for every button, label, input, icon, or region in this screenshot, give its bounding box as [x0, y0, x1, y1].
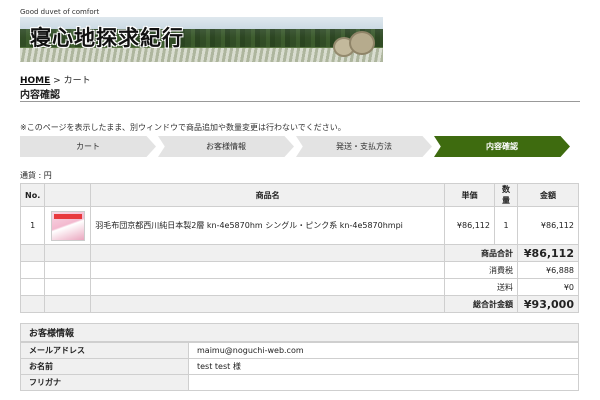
currency-note: 通貨 : 円 — [20, 171, 52, 180]
item-no: 1 — [19, 206, 46, 245]
site-logo-banner[interactable]: 寝心地探求紀行 — [20, 17, 383, 62]
breadcrumb-home-link[interactable]: HOME — [20, 76, 50, 86]
tax-value: ¥6,888 — [517, 261, 579, 279]
col-quantity: 数量 — [494, 183, 518, 207]
furigana-value — [188, 374, 579, 391]
grand-total-row: 総合計金額 ¥93,000 — [19, 295, 579, 313]
step-confirm: 内容確認 — [434, 136, 570, 157]
product-image[interactable] — [50, 210, 85, 241]
breadcrumb-current: カート — [63, 76, 91, 86]
shipping-value: ¥0 — [517, 278, 579, 296]
customer-info-section: お客様情報 メールアドレス maimu@noguchi-web.com お名前 … — [20, 323, 579, 391]
tax-label: 消費税 — [444, 261, 518, 279]
col-no: No. — [19, 183, 46, 207]
item-amount: ¥86,112 — [517, 206, 579, 245]
item-unit-price: ¥86,112 — [444, 206, 495, 245]
col-image — [44, 183, 92, 207]
breadcrumb: HOME > カート — [20, 73, 91, 86]
customer-info-table: メールアドレス maimu@noguchi-web.com お名前 test t… — [20, 342, 579, 391]
tagline: Good duvet of comfort — [20, 8, 100, 16]
product-thumbnail[interactable] — [44, 206, 92, 245]
name-value: test test 様 — [188, 358, 579, 375]
tax-row: 消費税 ¥6,888 — [19, 261, 579, 279]
step-customer-info: お客様情報 — [158, 136, 294, 157]
item-name: 羽毛布団京都西川純日本製2層 kn-4e5870hm シングル・ピンク系 kn-… — [90, 206, 445, 245]
table-header-row: No. 商品名 単価 数量 金額 — [19, 183, 579, 207]
title-divider — [20, 101, 580, 102]
email-value: maimu@noguchi-web.com — [188, 342, 579, 359]
checkout-steps: カート お客様情報 発送・支払方法 内容確認 — [20, 136, 572, 157]
customer-info-heading: お客様情報 — [20, 323, 579, 342]
col-unit-price: 単価 — [444, 183, 495, 207]
shipping-label: 送料 — [444, 278, 518, 296]
table-row: メールアドレス maimu@noguchi-web.com — [20, 342, 579, 359]
step-shipping-payment: 発送・支払方法 — [296, 136, 432, 157]
name-label: お名前 — [20, 358, 189, 375]
table-row: フリガナ — [20, 374, 579, 391]
table-row: お名前 test test 様 — [20, 358, 579, 375]
shipping-row: 送料 ¥0 — [19, 278, 579, 296]
breadcrumb-separator: > — [50, 76, 64, 86]
subtotal-label: 商品合計 — [444, 244, 518, 262]
logo-text: 寝心地探求紀行 — [30, 25, 184, 50]
thumbnail-banner — [53, 213, 82, 219]
item-quantity: 1 — [494, 206, 518, 245]
subtotal-value: ¥86,112 — [517, 244, 579, 262]
step-cart: カート — [20, 136, 156, 157]
page-title: 内容確認 — [20, 90, 60, 101]
col-product-name: 商品名 — [90, 183, 445, 207]
table-row: 1 羽毛布団京都西川純日本製2層 kn-4e5870hm シングル・ピンク系 k… — [19, 206, 579, 245]
grand-total-label: 総合計金額 — [444, 295, 518, 313]
col-amount: 金額 — [517, 183, 579, 207]
hay-bale-image — [349, 31, 375, 55]
notice-text: ※このページを表示したまま、別ウィンドウで商品追加や数量変更は行わないでください… — [20, 123, 346, 132]
subtotal-row: 商品合計 ¥86,112 — [19, 244, 579, 262]
email-label: メールアドレス — [20, 342, 189, 359]
furigana-label: フリガナ — [20, 374, 189, 391]
order-items-table: No. 商品名 単価 数量 金額 1 羽毛布団京都西川純日本製2層 kn-4e5… — [19, 183, 579, 313]
grand-total-value: ¥93,000 — [517, 295, 579, 313]
